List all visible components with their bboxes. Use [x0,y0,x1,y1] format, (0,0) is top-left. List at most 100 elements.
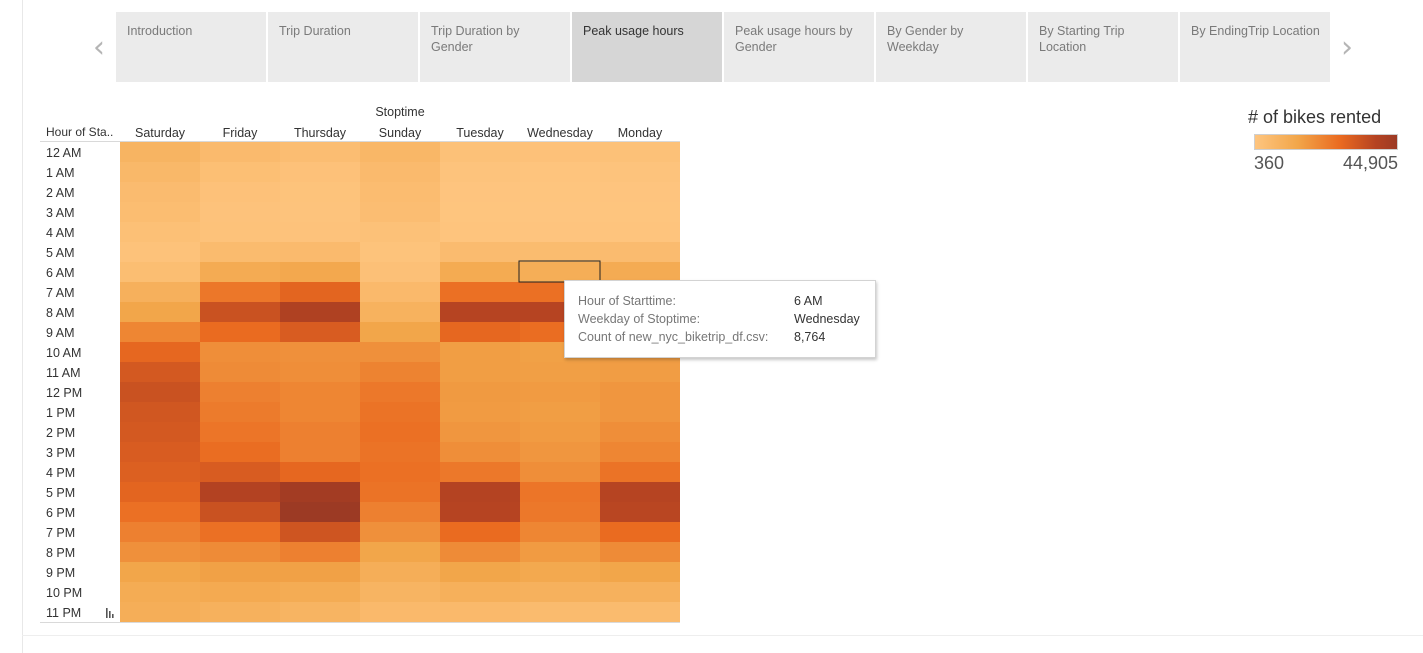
story-tab-peak-usage-hours-by-gender[interactable]: Peak usage hours by Gender [724,12,874,82]
heatmap-cell[interactable] [120,302,200,322]
heatmap-cell[interactable] [440,162,520,182]
heatmap-cell[interactable] [360,602,440,622]
heatmap-cell[interactable] [600,222,680,242]
heatmap-cell[interactable] [280,202,360,222]
heatmap-cell[interactable] [200,222,280,242]
heatmap-cell[interactable] [360,142,440,162]
heatmap-cell[interactable] [120,482,200,502]
heatmap-cell[interactable] [280,322,360,342]
heatmap-cell[interactable] [120,142,200,162]
heatmap-cell[interactable] [120,562,200,582]
heatmap-cell[interactable] [200,282,280,302]
heatmap-cell[interactable] [440,342,520,362]
heatmap-cell[interactable] [520,202,600,222]
heatmap-cell[interactable] [360,222,440,242]
heatmap-cell[interactable] [440,562,520,582]
heatmap-cell[interactable] [200,442,280,462]
heatmap-cell[interactable] [200,242,280,262]
heatmap-cell[interactable] [200,462,280,482]
heatmap-cell[interactable] [600,202,680,222]
heatmap-cell[interactable] [520,522,600,542]
story-tab-by-starting-trip-location[interactable]: By Starting Trip Location [1028,12,1178,82]
heatmap-cell[interactable] [280,602,360,622]
heatmap-cell[interactable] [440,242,520,262]
heatmap-cell[interactable] [360,282,440,302]
heatmap-cell[interactable] [440,482,520,502]
heatmap-cell[interactable] [360,322,440,342]
heatmap-cell[interactable] [280,502,360,522]
heatmap-cell[interactable] [600,422,680,442]
heatmap-cell[interactable] [520,422,600,442]
heatmap-cell[interactable] [200,302,280,322]
column-header[interactable]: Sunday [379,126,422,140]
heatmap-cell[interactable] [280,462,360,482]
column-header[interactable]: Tuesday [456,126,504,140]
heatmap-cell[interactable] [360,202,440,222]
heatmap-cell[interactable] [360,342,440,362]
heatmap-cell[interactable] [600,262,680,282]
heatmap-cell[interactable] [120,262,200,282]
heatmap-cell[interactable] [120,202,200,222]
heatmap-cell[interactable] [360,242,440,262]
heatmap-cell[interactable] [360,462,440,482]
sort-icon[interactable] [106,608,114,618]
column-header[interactable]: Saturday [135,126,186,140]
heatmap-cell[interactable] [600,362,680,382]
heatmap-cell[interactable] [120,162,200,182]
heatmap-cell[interactable] [120,422,200,442]
heatmap-cell[interactable] [280,182,360,202]
heatmap-cell[interactable] [120,382,200,402]
column-header[interactable]: Monday [618,126,663,140]
heatmap-cell[interactable] [280,222,360,242]
heatmap-cell[interactable] [200,202,280,222]
heatmap-cell[interactable] [200,422,280,442]
heatmap-cell[interactable] [600,522,680,542]
heatmap-cell[interactable] [440,222,520,242]
heatmap-cell[interactable] [200,162,280,182]
heatmap-cell[interactable] [360,542,440,562]
heatmap-cell[interactable] [520,262,600,282]
heatmap-cell[interactable] [360,562,440,582]
heatmap-cell[interactable] [280,582,360,602]
heatmap-cell[interactable] [280,442,360,462]
heatmap-cell[interactable] [200,602,280,622]
heatmap-cell[interactable] [600,602,680,622]
heatmap-cell[interactable] [520,382,600,402]
heatmap-cell[interactable] [440,522,520,542]
heatmap-cell[interactable] [120,222,200,242]
heatmap-cell[interactable] [440,322,520,342]
heatmap-cell[interactable] [120,442,200,462]
heatmap-cell[interactable] [280,262,360,282]
heatmap-cell[interactable] [280,382,360,402]
heatmap-cell[interactable] [200,502,280,522]
heatmap-cell[interactable] [520,362,600,382]
story-tab-by-ending-trip-location[interactable]: By EndingTrip Location [1180,12,1330,82]
heatmap-cell[interactable] [120,542,200,562]
heatmap-cell[interactable] [520,502,600,522]
heatmap-cell[interactable] [280,342,360,362]
heatmap-cell[interactable] [200,342,280,362]
heatmap-cell[interactable] [120,522,200,542]
heatmap-cell[interactable] [440,362,520,382]
heatmap-cell[interactable] [280,142,360,162]
heatmap-cell[interactable] [520,462,600,482]
heatmap-cell[interactable] [600,582,680,602]
heatmap-cell[interactable] [520,242,600,262]
heatmap-cell[interactable] [280,282,360,302]
heatmap-cell[interactable] [200,322,280,342]
heatmap-cell[interactable] [280,402,360,422]
heatmap-cell[interactable] [440,422,520,442]
heatmap-cell[interactable] [200,522,280,542]
heatmap-cell[interactable] [200,362,280,382]
heatmap-cell[interactable] [520,542,600,562]
heatmap-cell[interactable] [280,482,360,502]
heatmap-cell[interactable] [520,162,600,182]
heatmap-cell[interactable] [600,182,680,202]
heatmap-cell[interactable] [600,162,680,182]
heatmap-cell[interactable] [280,562,360,582]
heatmap-cell[interactable] [120,342,200,362]
heatmap-cell[interactable] [280,362,360,382]
heatmap-cell[interactable] [200,182,280,202]
heatmap-cell[interactable] [600,562,680,582]
heatmap-cell[interactable] [200,262,280,282]
